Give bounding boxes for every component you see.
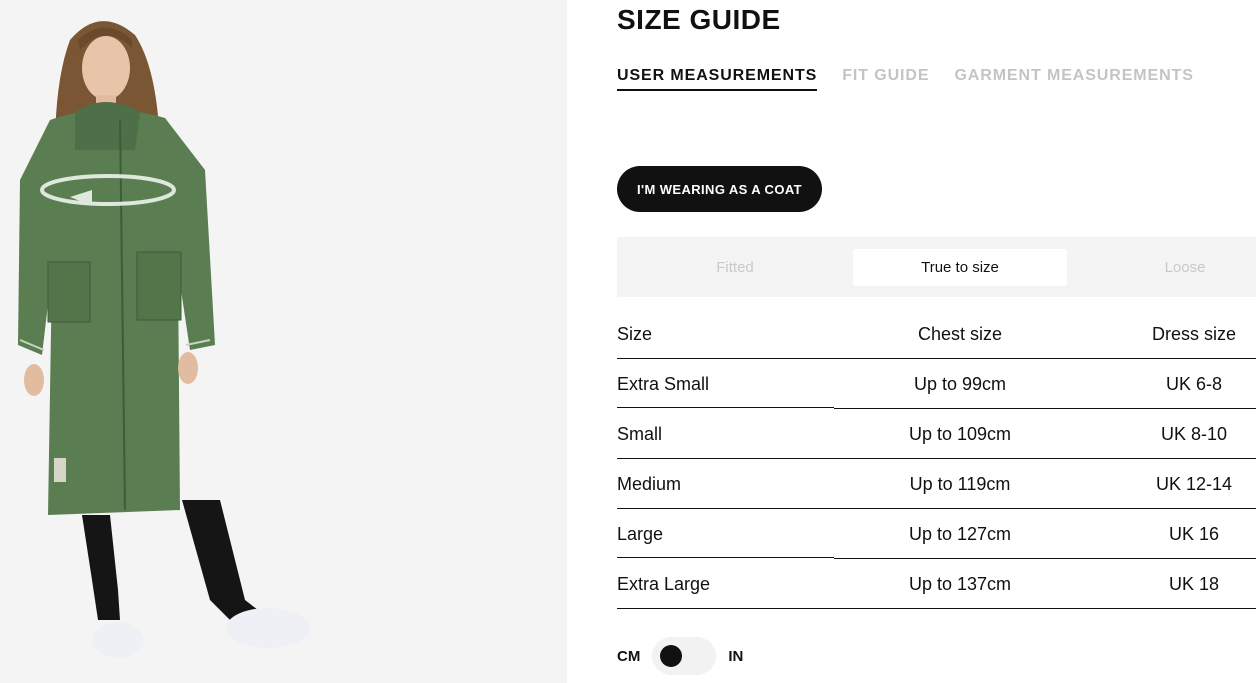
unit-toggle[interactable] [652, 637, 717, 675]
fit-option-true-to-size[interactable]: True to size [853, 249, 1067, 286]
cell-dress-size: UK 12-14 [1155, 473, 1233, 494]
unit-label-in: IN [728, 647, 744, 665]
table-row: Medium Up to 119cm UK 12-14 [617, 459, 1256, 509]
cell-chest-size: Up to 99cm [913, 373, 1007, 394]
table-row: Large Up to 127cm UK 16 [617, 509, 1256, 559]
cell-size: Extra Small [617, 373, 710, 394]
tab-fit-guide[interactable]: FIT GUIDE [842, 67, 929, 91]
cell-dress-size: UK 16 [1168, 523, 1220, 544]
header-size: Size [617, 323, 653, 344]
tab-garment-measurements[interactable]: GARMENT MEASUREMENTS [954, 67, 1193, 91]
product-image [0, 0, 567, 683]
cell-size: Small [617, 423, 663, 444]
row-divider [617, 557, 834, 558]
row-divider [617, 407, 834, 408]
cell-chest-size: Up to 119cm [909, 473, 1011, 494]
size-guide-panel: SIZE GUIDE USER MEASUREMENTS FIT GUIDE G… [567, 0, 1256, 683]
fit-option-loose[interactable]: Loose [1078, 249, 1256, 286]
unit-label-cm: CM [617, 647, 641, 665]
size-table: Size Chest size Dress size Extra Small U… [617, 309, 1256, 609]
model-illustration [18, 21, 310, 658]
page-title: SIZE GUIDE [617, 4, 781, 35]
cell-size: Medium [617, 473, 682, 494]
cell-chest-size: Up to 137cm [908, 573, 1012, 594]
wearing-as-coat-button[interactable]: I'M WEARING AS A COAT [617, 166, 822, 212]
tab-bar: USER MEASUREMENTS FIT GUIDE GARMENT MEAS… [617, 67, 1194, 91]
header-chest-size: Chest size [917, 323, 1003, 344]
cell-size: Extra Large [617, 573, 711, 594]
header-dress-size: Dress size [1151, 323, 1236, 344]
cell-chest-size: Up to 127cm [908, 523, 1012, 544]
fit-option-fitted[interactable]: Fitted [628, 249, 842, 286]
table-row: Small Up to 109cm UK 8-10 [617, 409, 1256, 459]
fit-selector: Fitted True to size Loose [617, 237, 1256, 297]
tab-user-measurements[interactable]: USER MEASUREMENTS [617, 67, 818, 91]
toggle-knob[interactable] [660, 645, 683, 667]
table-row: Extra Small Up to 99cm UK 6-8 [617, 359, 1256, 409]
row-divider [617, 608, 834, 609]
cell-size: Large [617, 523, 664, 544]
row-divider [834, 608, 1256, 609]
cell-dress-size: UK 8-10 [1160, 423, 1228, 444]
cell-chest-size: Up to 109cm [908, 423, 1012, 444]
table-header-row: Size Chest size Dress size [617, 309, 1256, 359]
unit-switch: CM IN [617, 637, 743, 675]
cell-dress-size: UK 6-8 [1165, 373, 1223, 394]
table-row: Extra Large Up to 137cm UK 18 [617, 559, 1256, 609]
cell-dress-size: UK 18 [1168, 573, 1220, 594]
